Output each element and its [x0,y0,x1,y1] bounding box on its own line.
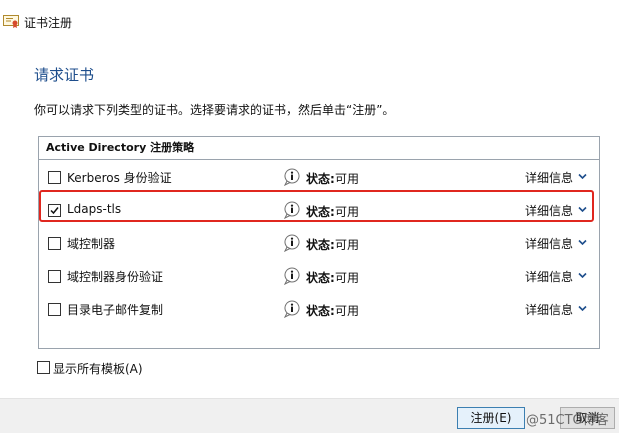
info-icon [284,168,300,186]
checkbox-domain-controller[interactable] [48,237,61,250]
certificate-row-kerberos: Kerberos 身份验证 状态: 可用 详细信息 [39,163,599,191]
details-link[interactable]: 详细信息 [525,202,573,219]
chevron-down-icon[interactable] [578,239,587,246]
show-all-templates-checkbox[interactable] [37,361,50,374]
instruction-text: 你可以请求下列类型的证书。选择要请求的证书，然后单击“注册”。 [34,103,395,117]
chevron-down-icon[interactable] [578,272,587,279]
status-label: 状态: [306,304,335,318]
info-icon [284,201,300,219]
certificate-name: 域控制器 [67,237,116,251]
details-link[interactable]: 详细信息 [525,301,573,318]
certificate-name: Ldaps-tls [67,202,122,216]
details-link[interactable]: 详细信息 [525,235,573,252]
checkbox-directory-email-replication[interactable] [48,303,61,316]
status-label: 状态: [306,205,335,219]
enroll-button[interactable]: 注册(E) [457,407,525,429]
window-title: 证书注册 [24,16,73,30]
info-icon [284,300,300,318]
checkbox-domain-controller-auth[interactable] [48,270,61,283]
checkmark-icon [50,207,59,215]
title-bar: 证书注册 [0,0,619,40]
enrollment-policy-list: Active Directory 注册策略 Kerberos 身份验证 状态: … [38,136,600,349]
certificate-name: 目录电子邮件复制 [67,303,164,317]
status-value: 可用 [335,304,360,318]
details-link[interactable]: 详细信息 [525,169,573,186]
chevron-down-icon[interactable] [578,206,587,213]
status-value: 可用 [335,238,360,252]
chevron-down-icon[interactable] [578,173,587,180]
certificate-icon [3,15,19,28]
certificate-row-directory-email-replication: 目录电子邮件复制 状态: 可用 详细信息 [39,295,599,323]
certificate-row-domain-controller: 域控制器 状态: 可用 详细信息 [39,229,599,257]
status-value: 可用 [335,172,360,186]
status-value: 可用 [335,205,360,219]
certificate-row-ldaps-tls: Ldaps-tls 状态: 可用 详细信息 [39,196,599,224]
status-label: 状态: [306,271,335,285]
chevron-down-icon[interactable] [578,305,587,312]
certificate-name: Kerberos 身份验证 [67,171,172,185]
status-label: 状态: [306,238,335,252]
status-value: 可用 [335,271,360,285]
info-icon [284,234,300,252]
checkbox-kerberos[interactable] [48,171,61,184]
checkbox-ldaps-tls[interactable] [48,204,61,217]
certificate-name: 域控制器身份验证 [67,270,164,284]
details-link[interactable]: 详细信息 [525,268,573,285]
button-bar: 注册(E) 取消 @51CTO博客 [0,398,619,433]
divider [39,159,599,160]
page-title: 请求证书 [34,66,95,84]
policy-header: Active Directory 注册策略 [46,141,195,154]
show-all-templates-label: 显示所有模板(A) [53,362,143,376]
status-label: 状态: [306,172,335,186]
certificate-row-domain-controller-auth: 域控制器身份验证 状态: 可用 详细信息 [39,262,599,290]
info-icon [284,267,300,285]
watermark: @51CTO博客 [526,413,609,428]
